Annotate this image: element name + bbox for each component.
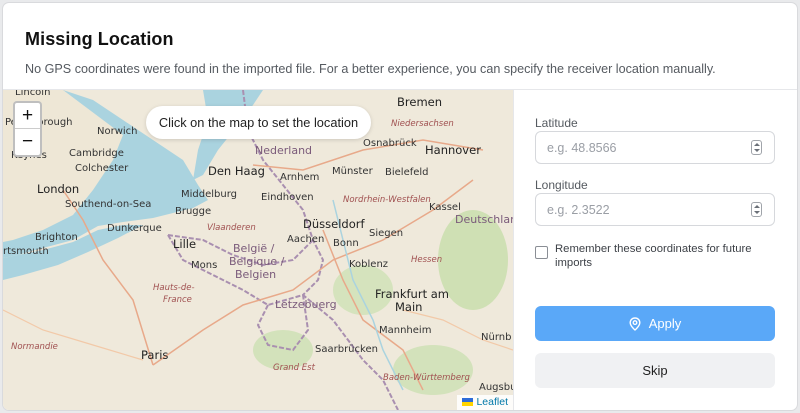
map-label: Main	[395, 300, 422, 314]
longitude-placeholder: e.g. 2.3522	[547, 203, 610, 217]
map-label: Lincoln	[15, 90, 50, 98]
map-label: Middelburg	[181, 189, 237, 200]
map-label: Letzebuerg	[275, 298, 337, 311]
map-label: Southend-on-Sea	[65, 199, 151, 210]
map-label: Niedersachsen	[391, 119, 454, 129]
map-label: Belgique /	[229, 255, 285, 268]
map-label: Frankfurt am	[375, 287, 449, 301]
map-label: Hauts-de-	[153, 283, 195, 293]
map-label: België /	[233, 242, 275, 255]
zoom-out-button[interactable]: −	[15, 129, 40, 155]
map-label: Brighton	[35, 232, 78, 243]
skip-button[interactable]: Skip	[535, 353, 775, 388]
map-label: Augsbu	[479, 382, 513, 393]
remember-checkbox[interactable]	[535, 246, 548, 259]
road	[3, 309, 144, 361]
map-label: Osnabrück	[363, 138, 417, 149]
map-label: Deutschland	[455, 213, 513, 226]
location-form: Latitude e.g. 48.8566 Longitude e.g. 2.3…	[513, 90, 797, 410]
longitude-label: Longitude	[535, 178, 588, 192]
latitude-stepper-icon[interactable]	[751, 140, 762, 155]
map-label: Bielefeld	[385, 167, 429, 178]
map-pin-icon	[629, 316, 641, 331]
map-hint-tooltip: Click on the map to set the location	[146, 106, 371, 139]
map-label: Den Haag	[208, 164, 265, 178]
map-label: Hannover	[425, 143, 481, 157]
map-label: Lille	[173, 237, 196, 251]
map-label: France	[163, 295, 192, 305]
longitude-stepper-icon[interactable]	[751, 202, 762, 217]
map-label: Düsseldorf	[303, 217, 365, 231]
map-label: Hessen	[411, 255, 442, 265]
map-label: Belgien	[235, 268, 276, 281]
map-label: Koblenz	[349, 259, 388, 270]
map-label: Nürnb	[481, 332, 511, 343]
remember-checkbox-label[interactable]: Remember these coordinates for future im…	[555, 242, 755, 270]
map-label: Nederland	[255, 144, 312, 157]
map-label: Mons	[191, 260, 217, 271]
map-label: Saarbrücken	[315, 344, 378, 355]
dialog-header: Missing Location No GPS coordinates were…	[3, 3, 797, 90]
map-label: Bonn	[333, 238, 359, 249]
map-label: Colchester	[75, 163, 129, 174]
longitude-input[interactable]: e.g. 2.3522	[535, 193, 775, 226]
ukraine-flag-icon	[462, 398, 474, 406]
map-label: Mannheim	[379, 325, 431, 336]
map-label: Kassel	[429, 202, 461, 213]
map-label: Arnhem	[280, 172, 319, 183]
map-attribution[interactable]: Leaflet	[457, 395, 513, 410]
skip-button-label: Skip	[642, 363, 668, 378]
map-label: Eindhoven	[261, 192, 314, 203]
dialog-title: Missing Location	[25, 29, 174, 49]
map-label: Vlaanderen	[207, 223, 256, 233]
latitude-placeholder: e.g. 48.8566	[547, 141, 617, 155]
map-label: Bremen	[397, 95, 442, 109]
map-label: Brugge	[175, 206, 211, 217]
map-label: Nordrhein-Westfalen	[343, 195, 431, 205]
apply-button[interactable]: Apply	[535, 306, 775, 341]
missing-location-dialog: Missing Location No GPS coordinates were…	[3, 3, 797, 410]
map-label: Norwich	[97, 126, 138, 137]
map-label: Normandie	[11, 342, 58, 352]
location-map[interactable]: Lincoln Bremen Norwich Peterborough Nede…	[3, 90, 513, 410]
map-label: Aachen	[287, 234, 324, 245]
map-label: Dunkerque	[107, 223, 162, 234]
dialog-body: Lincoln Bremen Norwich Peterborough Nede…	[3, 90, 797, 410]
zoom-control: + −	[13, 101, 42, 157]
map-label: rtsmouth	[3, 246, 49, 257]
latitude-input[interactable]: e.g. 48.8566	[535, 131, 775, 164]
map-label: London	[37, 182, 79, 196]
map-label: Siegen	[369, 228, 403, 239]
attribution-link[interactable]: Leaflet	[476, 396, 508, 408]
latitude-label: Latitude	[535, 116, 578, 130]
map-label: Cambridge	[69, 148, 124, 159]
map-label: Baden-Württemberg	[383, 373, 471, 383]
map-label: Münster	[332, 166, 374, 177]
apply-button-label: Apply	[648, 316, 682, 331]
map-label: Paris	[141, 348, 168, 362]
dialog-subtitle: No GPS coordinates were found in the imp…	[25, 62, 716, 76]
map-label: Grand Est	[273, 363, 316, 373]
zoom-in-button[interactable]: +	[15, 103, 40, 129]
